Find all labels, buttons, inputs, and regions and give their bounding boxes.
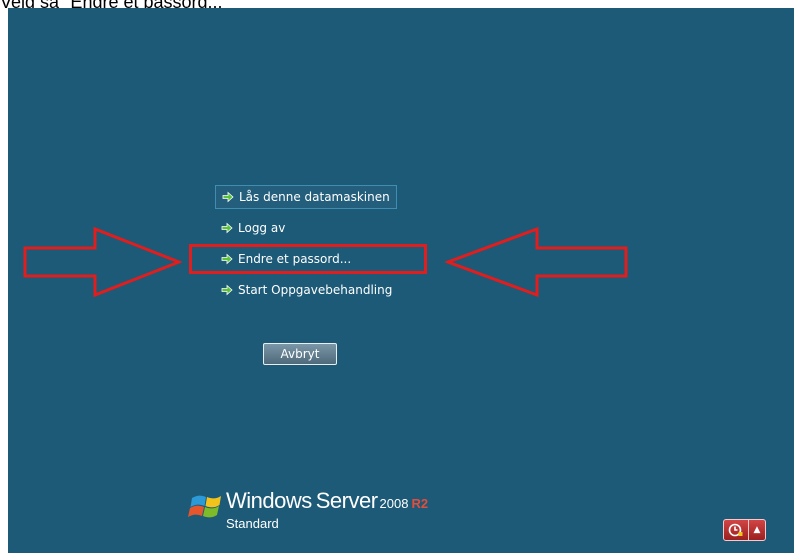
annotation-arrow-right-icon (23, 226, 182, 298)
menu-item-label: Logg av (238, 221, 286, 235)
green-arrow-icon (222, 191, 234, 203)
menu-item-change-password[interactable]: Endre et passord... (215, 247, 357, 271)
security-options-screen: Lås denne datamaskinen Logg av Endre et … (8, 8, 794, 553)
logo-release: R2 (411, 496, 429, 511)
caret-up-icon[interactable]: ▲ (749, 519, 766, 541)
menu-item-start-task-manager[interactable]: Start Oppgavebehandling (215, 278, 398, 302)
logo-brand: Windows (226, 488, 312, 513)
green-arrow-icon (221, 253, 233, 265)
green-arrow-icon (221, 222, 233, 234)
ease-of-access-button[interactable]: ▲ (723, 519, 766, 541)
menu-item-label: Endre et passord... (238, 252, 352, 266)
logo-version: 2008 (379, 496, 409, 511)
windows-flag-icon (188, 495, 221, 518)
green-arrow-icon (221, 284, 233, 296)
ease-of-access-icon (728, 523, 743, 537)
menu-item-label: Lås denne datamaskinen (239, 190, 390, 204)
menu-item-label: Start Oppgavebehandling (238, 283, 393, 297)
annotation-arrow-left-icon (445, 226, 628, 298)
menu-item-log-off[interactable]: Logg av (215, 216, 291, 240)
logo-product: Server (315, 488, 378, 513)
windows-server-logo: Windows Server 2008 R2 Standard (188, 486, 428, 546)
cancel-button[interactable]: Avbryt (263, 343, 337, 365)
menu-item-lock-computer[interactable]: Lås denne datamaskinen (215, 185, 397, 209)
ease-of-access-main[interactable] (723, 519, 749, 541)
logo-edition: Standard (226, 516, 279, 531)
